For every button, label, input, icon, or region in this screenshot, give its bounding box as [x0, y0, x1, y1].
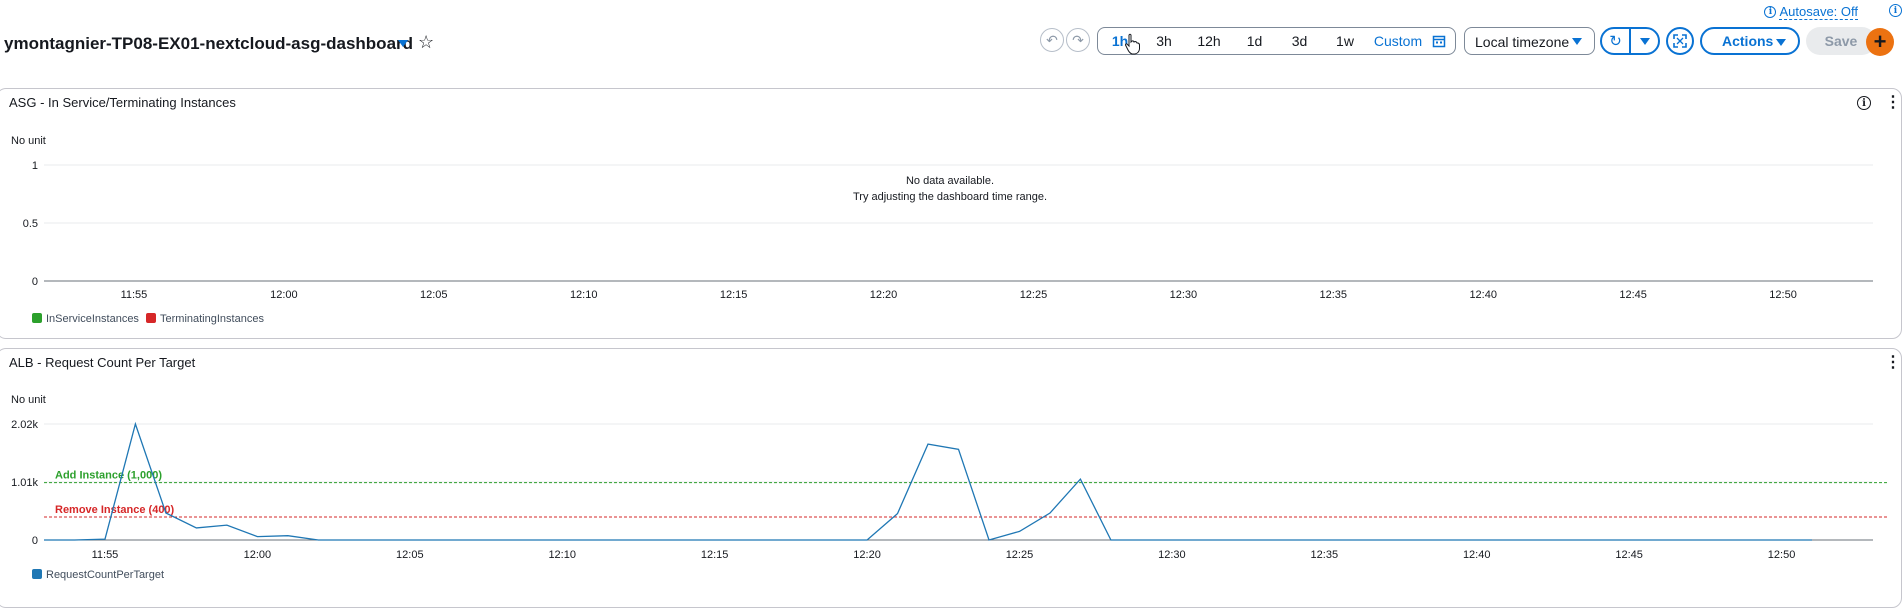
legend-swatch — [32, 569, 42, 579]
widget-title: ALB - Request Count Per Target — [9, 355, 196, 370]
x-tick-label: 12:00 — [270, 289, 298, 301]
legend-label: TerminatingInstances — [160, 313, 264, 325]
refresh-interval-dropdown[interactable] — [1631, 29, 1658, 53]
y-tick-label: 1.01k — [11, 477, 38, 489]
x-tick-label: 12:05 — [420, 289, 448, 301]
legend-label: RequestCountPerTarget — [46, 569, 164, 581]
time-range-3d[interactable]: 3d — [1277, 33, 1322, 49]
x-tick-label: 12:50 — [1769, 289, 1797, 301]
undo-icon: ↶ — [1046, 31, 1058, 48]
y-tick-label: 0 — [32, 276, 38, 288]
time-range-1d[interactable]: 1d — [1232, 33, 1277, 49]
expand-icon — [1673, 34, 1687, 48]
chart-asg-instances: 0 0.5 1 11:55 12:00 12:05 12:10 12:15 12:20 12:25… — [23, 160, 1873, 325]
chevron-down-icon — [1572, 38, 1582, 45]
x-tick-label: 11:55 — [121, 289, 148, 301]
x-tick-label: 11:55 — [92, 549, 119, 561]
undo-button[interactable]: ↶ — [1040, 28, 1064, 52]
y-axis-unit: No unit — [11, 135, 46, 147]
y-tick-label: 1 — [32, 160, 38, 172]
refresh-button[interactable]: ↻ — [1602, 29, 1629, 53]
x-tick-label: 12:25 — [1020, 289, 1048, 301]
x-tick-label: 12:10 — [548, 549, 576, 561]
x-tick-label: 12:35 — [1320, 289, 1348, 301]
dashboard-title: ymontagnier-TP08-EX01-nextcloud-asg-dash… — [4, 34, 414, 53]
autosave-info-icon: i — [1764, 6, 1777, 18]
widget-title: ASG - In Service/Terminating Instances — [9, 95, 236, 110]
time-range-selector: 1h 3h 12h 1d 3d 1w Custom — [1097, 27, 1456, 55]
x-tick-label: 12:35 — [1311, 549, 1339, 561]
x-tick-label: 12:30 — [1158, 549, 1186, 561]
chart-alb-request-count: 0 1.01k 2.02k 11:55 12:00 12:05 12:10 12:15 12:2… — [11, 419, 1889, 581]
mouse-cursor-icon — [1124, 33, 1140, 55]
widget-menu-icon[interactable]: ⋮ — [1885, 95, 1901, 111]
redo-button[interactable]: ↷ — [1066, 28, 1090, 52]
x-tick-label: 12:10 — [570, 289, 598, 301]
legend-label: InServiceInstances — [46, 313, 139, 325]
y-tick-label: 0 — [32, 535, 38, 547]
redo-icon: ↷ — [1072, 31, 1084, 48]
y-tick-label: 0.5 — [23, 218, 38, 230]
x-tick-label: 12:00 — [244, 549, 272, 561]
x-tick-label: 12:05 — [396, 549, 424, 561]
calendar-icon[interactable] — [1432, 34, 1446, 48]
widget-info-icon[interactable]: i — [1857, 96, 1871, 110]
x-tick-label: 12:20 — [853, 549, 881, 561]
x-tick-label: 12:15 — [701, 549, 729, 561]
dashboard-menu-caret-icon[interactable] — [398, 40, 408, 47]
y-tick-label: 2.02k — [11, 419, 38, 431]
chevron-down-icon — [1776, 39, 1786, 46]
actions-label: Actions — [1722, 33, 1774, 49]
x-tick-label: 12:40 — [1469, 289, 1497, 301]
x-tick-label: 12:40 — [1463, 549, 1491, 561]
x-tick-label: 12:45 — [1615, 549, 1643, 561]
legend-swatch — [32, 313, 42, 323]
legend-swatch — [146, 313, 156, 323]
info-icon[interactable]: i — [1889, 4, 1902, 17]
x-tick-label: 12:20 — [870, 289, 898, 301]
autosave-toggle[interactable]: i Autosave: Off — [1764, 4, 1858, 20]
threshold-label: Remove Instance (400) — [55, 504, 175, 516]
x-tick-label: 12:50 — [1768, 549, 1796, 561]
timezone-select[interactable]: Local timezone — [1464, 27, 1595, 55]
x-tick-label: 12:45 — [1619, 289, 1647, 301]
chevron-down-icon — [1639, 37, 1650, 45]
add-widget-button[interactable]: + — [1866, 28, 1894, 56]
actions-dropdown[interactable]: Actions — [1700, 27, 1800, 55]
time-range-custom[interactable]: Custom — [1368, 33, 1428, 49]
threshold-label: Add Instance (1,000) — [55, 470, 162, 482]
x-tick-label: 12:30 — [1170, 289, 1198, 301]
time-range-12h[interactable]: 12h — [1186, 33, 1232, 49]
favorite-star-icon[interactable]: ☆ — [418, 32, 434, 52]
y-axis-unit: No unit — [11, 394, 46, 406]
widget-menu-icon[interactable]: ⋮ — [1885, 355, 1901, 371]
x-tick-label: 12:15 — [720, 289, 748, 301]
fullscreen-button[interactable] — [1666, 27, 1694, 55]
time-range-1w[interactable]: 1w — [1322, 33, 1368, 49]
refresh-control: ↻ — [1600, 27, 1660, 55]
timezone-label: Local timezone — [1475, 34, 1570, 50]
x-tick-label: 12:25 — [1006, 549, 1034, 561]
refresh-icon: ↻ — [1609, 33, 1622, 50]
autosave-label[interactable]: Autosave: Off — [1779, 4, 1858, 20]
time-range-3h[interactable]: 3h — [1142, 33, 1186, 49]
